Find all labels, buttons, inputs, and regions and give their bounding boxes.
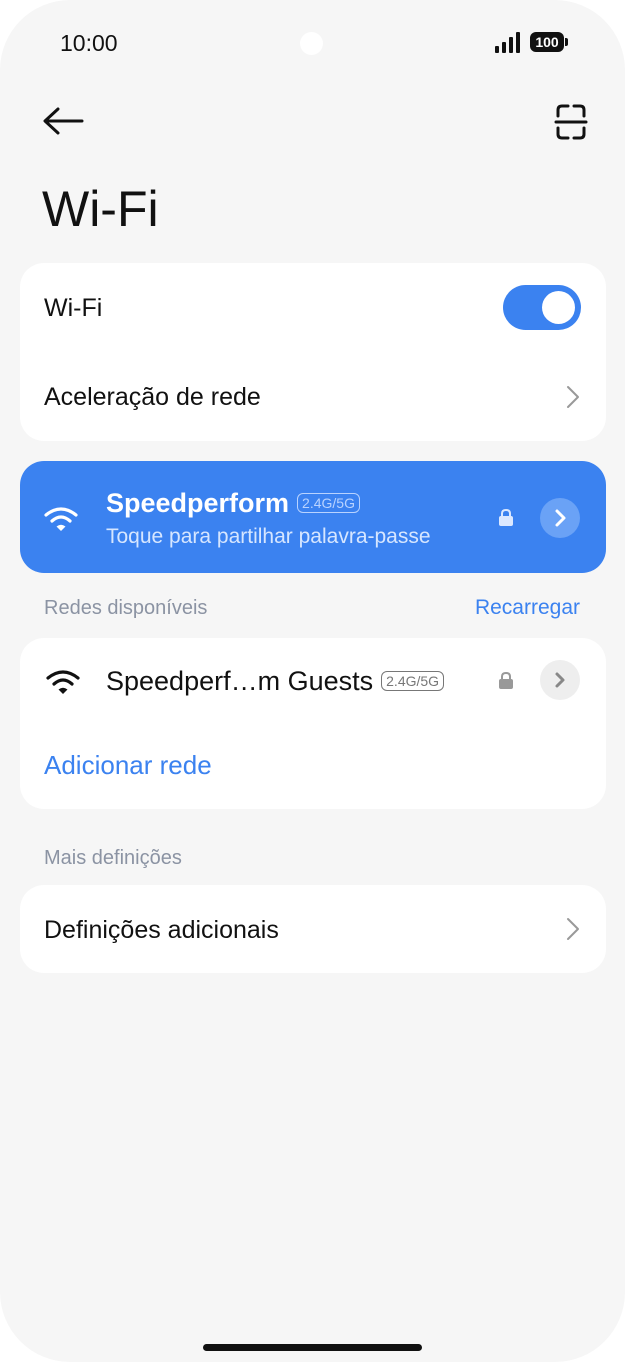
chevron-right-icon (555, 672, 565, 688)
back-arrow-icon[interactable] (38, 100, 90, 144)
signal-icon (495, 32, 520, 53)
wifi-label: Wi-Fi (44, 294, 103, 322)
additional-settings-row[interactable]: Definições adicionais (20, 885, 606, 973)
phone-screen: 10:00 100 Wi-Fi Wi-Fi Aceleração de rede (0, 0, 625, 1362)
wifi-toggle-row[interactable]: Wi-Fi (20, 263, 606, 352)
chevron-right-icon (555, 509, 566, 527)
home-indicator[interactable] (203, 1344, 422, 1351)
toggle-knob (542, 291, 575, 324)
network-acceleration-row[interactable]: Aceleração de rede (20, 352, 606, 441)
scan-icon[interactable] (548, 100, 594, 144)
reload-button[interactable]: Recarregar (475, 596, 580, 620)
network-details-button[interactable] (540, 660, 580, 700)
wifi-icon (44, 507, 78, 531)
connected-network-subtitle: Toque para partilhar palavra-passe (106, 525, 431, 548)
network-name: Speedperf…m Guests 2.4G/5G (106, 666, 445, 697)
lock-icon (499, 671, 513, 689)
network-details-button[interactable] (540, 498, 580, 538)
band-badge: 2.4G/5G (297, 493, 360, 513)
connected-network-card[interactable]: Speedperform 2.4G/5G Toque para partilhar… (20, 461, 606, 573)
wifi-icon (46, 670, 80, 694)
add-network-button[interactable]: Adicionar rede (44, 750, 212, 781)
chevron-right-icon (567, 386, 579, 408)
status-time: 10:00 (60, 30, 118, 56)
available-networks-card: Speedperf…m Guests 2.4G/5G Adicionar rede (20, 638, 606, 809)
battery-icon: 100 (530, 32, 568, 52)
connected-network-name-text: Speedperform (106, 488, 290, 518)
network-list-item[interactable]: Speedperf…m Guests 2.4G/5G (20, 638, 606, 724)
more-settings-label: Mais definições (44, 847, 182, 869)
more-settings-card: Definições adicionais (20, 885, 606, 973)
band-badge: 2.4G/5G (381, 671, 445, 691)
chevron-right-icon (567, 918, 579, 940)
available-networks-label: Redes disponíveis (44, 597, 208, 619)
network-name-text: Speedperf…m Guests (106, 666, 374, 696)
additional-settings-label: Definições adicionais (44, 916, 279, 944)
page-title: Wi-Fi (42, 181, 159, 237)
wifi-settings-card: Wi-Fi Aceleração de rede (20, 263, 606, 441)
connected-network-name: Speedperform 2.4G/5G (106, 488, 360, 519)
wifi-toggle[interactable] (503, 285, 581, 330)
camera-cutout (300, 32, 323, 55)
lock-icon (499, 508, 513, 526)
status-bar: 10:00 100 (0, 0, 625, 86)
network-acceleration-label: Aceleração de rede (44, 383, 261, 411)
